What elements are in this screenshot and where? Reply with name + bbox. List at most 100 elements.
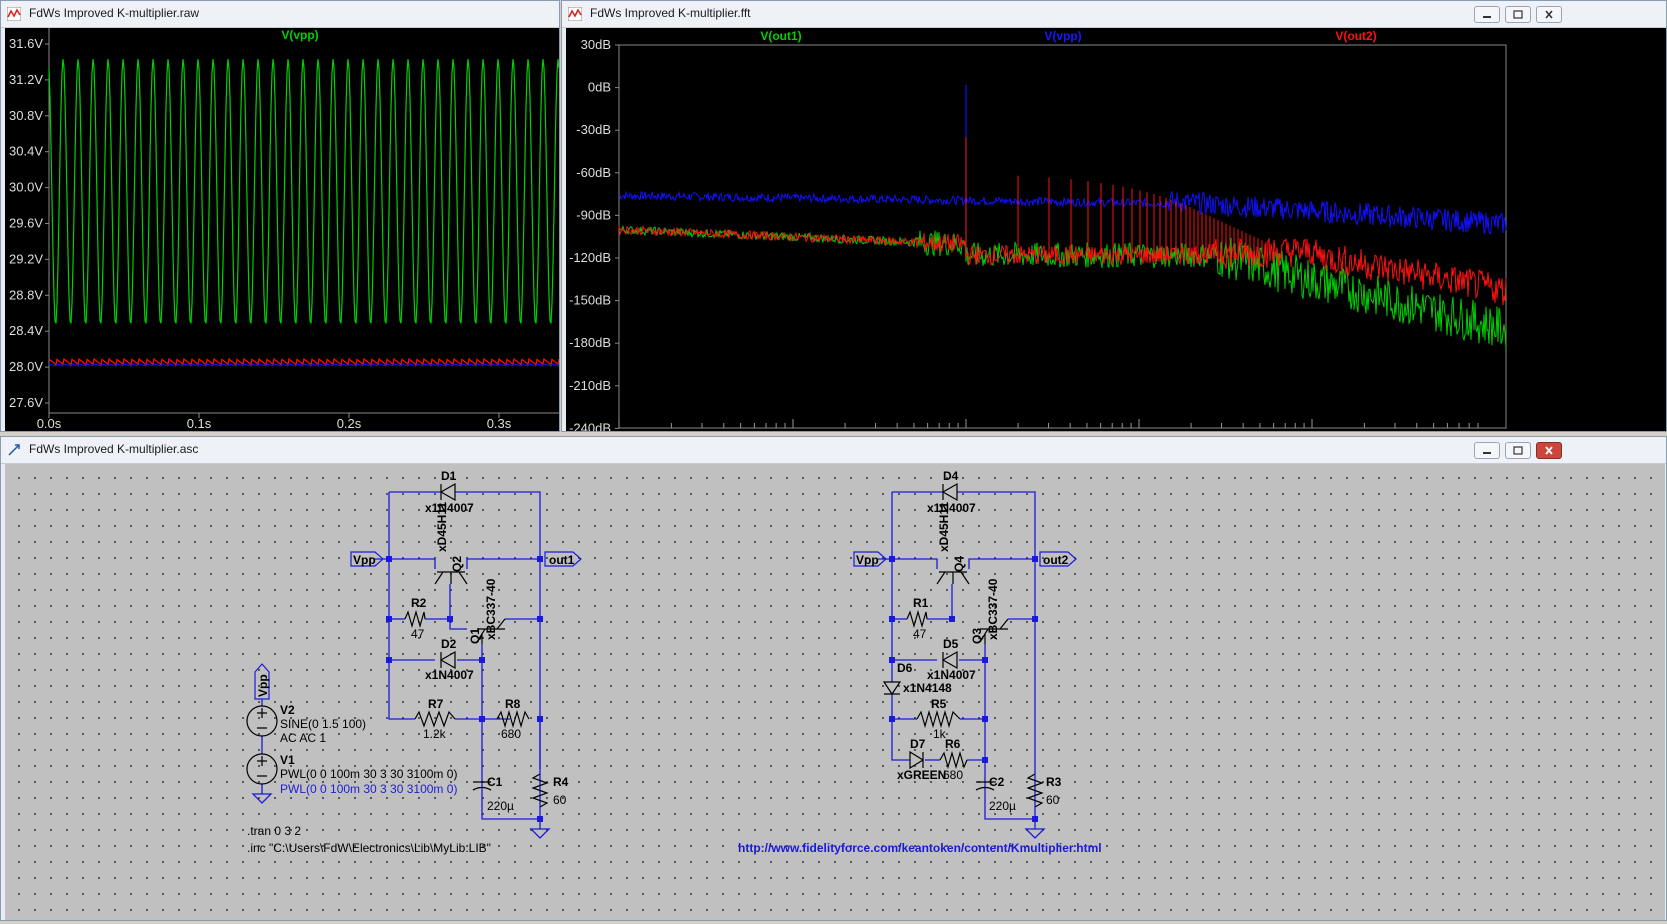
label-d7: D7 bbox=[910, 737, 926, 751]
close-button-fft[interactable] bbox=[1536, 6, 1562, 23]
svg-text:out2: out2 bbox=[1043, 553, 1069, 567]
trace-label-vpp[interactable]: V(vpp) bbox=[281, 28, 318, 42]
schematic-window-title: FdWs Improved K-multiplier.asc bbox=[29, 442, 199, 456]
label-d6-model: x1N4148 bbox=[903, 681, 952, 695]
flag-vpp-source[interactable]: Vpp bbox=[254, 663, 270, 700]
minimize-button[interactable] bbox=[1474, 442, 1500, 459]
url-comment[interactable]: http://www.fidelityforce.com/keantoken/c… bbox=[738, 841, 1102, 855]
label-c1: C1 bbox=[487, 775, 503, 789]
label-q3-model: xBC337-40 bbox=[986, 578, 1000, 640]
close-icon bbox=[1545, 446, 1553, 455]
x-tick-label: 0.0s bbox=[37, 416, 62, 431]
label-d4-model: x1N4007 bbox=[927, 501, 976, 515]
circuit-right: D4 x1N4007 xD45H11 Q4 R1 47 Q3 xBC337-40… bbox=[853, 469, 1077, 839]
label-r1: R1 bbox=[913, 596, 929, 610]
label-q4-model: xD45H11 bbox=[937, 502, 951, 552]
x-tick-label: 0.1s bbox=[187, 416, 212, 431]
fft-plot-area[interactable]: V(out1) V(vpp) V(out2) 30dB 0dB -30dB -60dB… bbox=[566, 28, 1666, 435]
transient-chart: V(vpp) 31.6V 31.2V 30.8V 30.4V 30.0V 29.6V 29.… bbox=[9, 28, 560, 431]
schematic-titlebar[interactable]: FdWs Improved K-multiplier.asc bbox=[1, 437, 1666, 464]
directive-inc[interactable]: .inc "C:\Users\FdW\Electronics\Lib\MyLib… bbox=[247, 841, 491, 855]
svg-text:out1: out1 bbox=[549, 553, 575, 567]
flag-out1[interactable]: out1 bbox=[544, 551, 582, 567]
resistor-r1-symbol bbox=[906, 609, 928, 629]
label-d4: D4 bbox=[943, 469, 959, 483]
y-tick-label: -210dB bbox=[569, 378, 611, 393]
x-axis-ticks: 0.0s 0.1s 0.2s 0.3s bbox=[37, 413, 512, 431]
label-v2-ac: AC AC 1 bbox=[280, 731, 326, 745]
label-d1-model: x1N4007 bbox=[425, 501, 474, 515]
svg-text:Vpp: Vpp bbox=[256, 674, 270, 697]
fft-chart: V(out1) V(vpp) V(out2) 30dB 0dB -30dB -60dB… bbox=[569, 29, 1507, 435]
spectrum-out1[interactable] bbox=[618, 224, 1507, 348]
y-tick-label: -30dB bbox=[576, 122, 611, 137]
resistor-r5-symbol bbox=[916, 709, 961, 729]
close-button[interactable] bbox=[1536, 442, 1562, 459]
schematic-sheet[interactable]: D1 x1N4007 xD45H11 Q2 R2 47 Q1 xBC337-40 bbox=[5, 464, 1665, 920]
restore-button[interactable] bbox=[1505, 442, 1531, 459]
fft-titlebar[interactable]: FdWs Improved K-multiplier.fft bbox=[562, 1, 1666, 28]
y-tick-label: 30.0V bbox=[9, 180, 43, 195]
y-tick-label: -180dB bbox=[569, 335, 611, 350]
fft-plot-window[interactable]: FdWs Improved K-multiplier.fft V(out1) V… bbox=[561, 0, 1667, 435]
y-tick-label: 30.8V bbox=[9, 108, 43, 123]
schematic-window[interactable]: FdWs Improved K-multiplier.asc D1 x1N400… bbox=[0, 436, 1667, 921]
y-axis-ticks: 31.6V 31.2V 30.8V 30.4V 30.0V 29.6V 29.2V 28.8V… bbox=[9, 36, 49, 410]
waveform-icon bbox=[7, 7, 21, 21]
trace-vpp-waveform[interactable] bbox=[48, 59, 560, 324]
transistor-q2-symbol bbox=[434, 571, 468, 585]
y-tick-label: 31.2V bbox=[9, 72, 43, 87]
resistor-r6-symbol bbox=[939, 750, 968, 770]
spectra bbox=[618, 84, 1507, 348]
restore-button[interactable] bbox=[1505, 6, 1531, 23]
label-r4-value: 60 bbox=[553, 793, 567, 807]
transient-plot-area[interactable]: V(vpp) 31.6V 31.2V 30.8V 30.4V 30.0V 29.6V 29.… bbox=[5, 28, 560, 431]
label-r1-value: 47 bbox=[913, 627, 927, 641]
diode-d2-symbol bbox=[439, 650, 456, 670]
label-r4: R4 bbox=[553, 775, 569, 789]
transistor-q4-symbol bbox=[936, 571, 970, 585]
flag-out2[interactable]: out2 bbox=[1039, 551, 1077, 567]
label-r6: R6 bbox=[945, 737, 961, 751]
label-v2-value: SINE(0 1.5 100) bbox=[280, 717, 366, 731]
diode-d5-symbol bbox=[941, 650, 958, 670]
diode-d4-symbol bbox=[941, 482, 958, 502]
svg-text:Vpp: Vpp bbox=[856, 553, 879, 567]
diode-d7-symbol bbox=[909, 750, 925, 770]
x-tick-label: 0.3s bbox=[487, 416, 512, 431]
traces bbox=[48, 59, 560, 367]
label-r3-value: 60 bbox=[1046, 793, 1060, 807]
transient-plot-window[interactable]: FdWs Improved K-multiplier.raw V(vpp) 31… bbox=[0, 0, 560, 432]
directive-tran[interactable]: .tran 0 3 2 bbox=[247, 824, 301, 838]
label-q4: Q4 bbox=[952, 556, 966, 572]
y-tick-label: 29.6V bbox=[9, 216, 43, 231]
label-r2: R2 bbox=[411, 596, 427, 610]
label-r8: R8 bbox=[505, 697, 521, 711]
label-c1-value: 220µ bbox=[487, 799, 514, 813]
trace-label-vpp[interactable]: V(vpp) bbox=[1044, 29, 1081, 43]
y-tick-label: 28.0V bbox=[9, 359, 43, 374]
label-r3: R3 bbox=[1046, 775, 1062, 789]
y-tick-label: 31.6V bbox=[9, 36, 43, 51]
label-d1: D1 bbox=[441, 469, 457, 483]
label-c2-value: 220µ bbox=[989, 799, 1016, 813]
ground-symbol bbox=[530, 828, 550, 839]
minimize-icon bbox=[1483, 16, 1491, 18]
y-tick-label: 28.8V bbox=[9, 287, 43, 302]
minimize-button[interactable] bbox=[1474, 6, 1500, 23]
resistor-r7-symbol bbox=[414, 710, 456, 728]
schematic-icon bbox=[8, 444, 20, 456]
label-d5-model: x1N4007 bbox=[927, 668, 976, 682]
label-q2-model: xD45H11 bbox=[435, 502, 449, 552]
label-r7-value: 1.2k bbox=[423, 727, 447, 741]
trace-label-out2[interactable]: V(out2) bbox=[1335, 29, 1376, 43]
spectrum-vpp[interactable] bbox=[618, 190, 1507, 236]
diode-d1-symbol bbox=[439, 482, 456, 502]
resistor-r2-symbol bbox=[404, 609, 426, 629]
transient-titlebar[interactable]: FdWs Improved K-multiplier.raw bbox=[1, 1, 559, 28]
diode-d6-symbol bbox=[882, 681, 902, 696]
spectrum-out2[interactable] bbox=[618, 224, 1507, 306]
y-axis-ticks: 30dB 0dB -30dB -60dB -90dB -120dB -150dB -180dB… bbox=[569, 37, 619, 435]
trace-label-out1[interactable]: V(out1) bbox=[760, 29, 801, 43]
label-d6: D6 bbox=[897, 661, 913, 675]
